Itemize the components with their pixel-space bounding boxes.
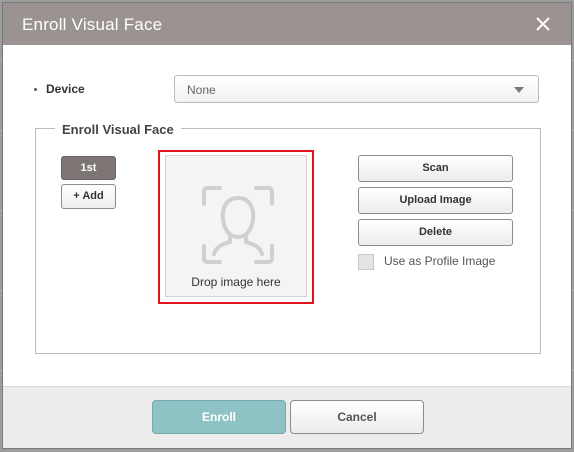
section-legend: Enroll Visual Face bbox=[55, 122, 181, 137]
chevron-down-icon bbox=[514, 87, 524, 93]
face-scan-icon bbox=[202, 186, 274, 264]
device-select[interactable]: None bbox=[174, 75, 539, 103]
face-slot-1st-button[interactable]: 1st bbox=[61, 156, 116, 180]
required-bullet bbox=[34, 88, 37, 91]
image-drop-zone[interactable]: Drop image here bbox=[165, 155, 307, 297]
image-drop-zone-highlight: Drop image here bbox=[158, 150, 314, 304]
use-as-profile-label: Use as Profile Image bbox=[384, 254, 496, 268]
device-row: Device None bbox=[33, 75, 543, 105]
close-icon[interactable] bbox=[533, 14, 553, 34]
use-as-profile-checkbox[interactable] bbox=[358, 254, 374, 270]
device-label: Device bbox=[46, 82, 85, 96]
device-select-value: None bbox=[187, 83, 216, 97]
enroll-button[interactable]: Enroll bbox=[152, 400, 286, 434]
scan-button[interactable]: Scan bbox=[358, 155, 513, 182]
enroll-visual-face-dialog: Enroll Visual Face Device None Enroll Vi… bbox=[2, 2, 572, 449]
upload-image-button[interactable]: Upload Image bbox=[358, 187, 513, 214]
add-face-button[interactable]: + Add bbox=[61, 184, 116, 209]
dialog-footer bbox=[3, 386, 571, 448]
dialog-title: Enroll Visual Face bbox=[22, 15, 163, 34]
delete-button[interactable]: Delete bbox=[358, 219, 513, 246]
dialog-titlebar: Enroll Visual Face bbox=[3, 3, 571, 45]
cancel-button[interactable]: Cancel bbox=[290, 400, 424, 434]
drop-image-text: Drop image here bbox=[191, 275, 281, 289]
